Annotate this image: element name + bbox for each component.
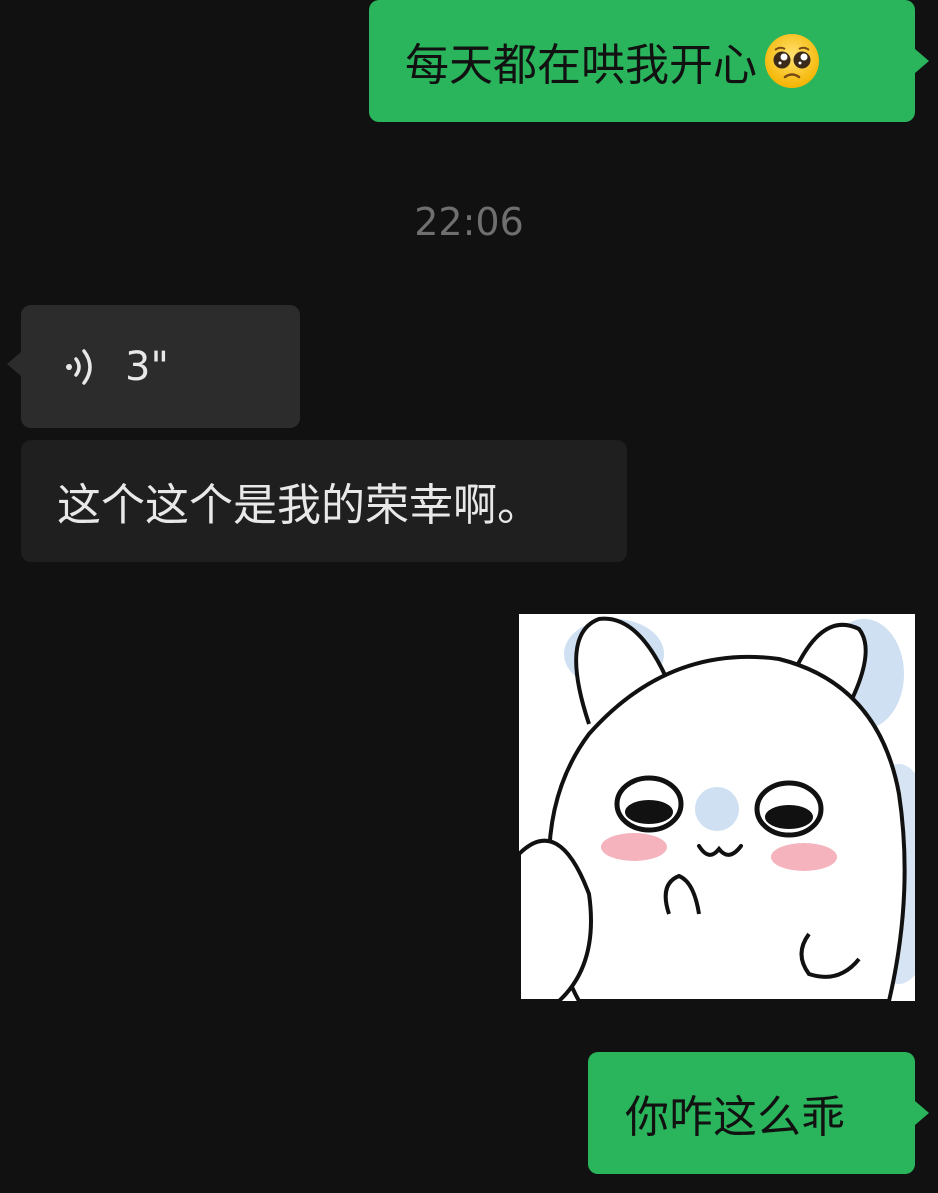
message-bubble-outgoing[interactable]: 你咋这么乖 <box>588 1052 915 1174</box>
message-bubble-outgoing[interactable]: 每天都在哄我开心 <box>369 0 915 122</box>
message-text: 每天都在哄我开心 <box>405 40 757 91</box>
bubble-tail <box>7 352 21 376</box>
sticker-illustration <box>519 616 915 1001</box>
message-text: 你咋这么乖 <box>625 1092 845 1143</box>
message-bubble-incoming[interactable]: 这个这个是我的荣幸啊。 <box>21 440 627 562</box>
voice-message-bubble[interactable]: 3" <box>21 305 300 428</box>
voice-wave-icon <box>66 348 92 385</box>
pleading-face-emoji <box>765 34 819 88</box>
message-text: 这个这个是我的荣幸啊。 <box>57 480 541 531</box>
voice-duration: 3" <box>125 343 169 390</box>
white-bunny-sticker[interactable] <box>519 614 915 1001</box>
bubble-tail <box>915 49 929 73</box>
bubble-tail <box>915 1101 929 1125</box>
timestamp: 22:06 <box>414 200 524 244</box>
